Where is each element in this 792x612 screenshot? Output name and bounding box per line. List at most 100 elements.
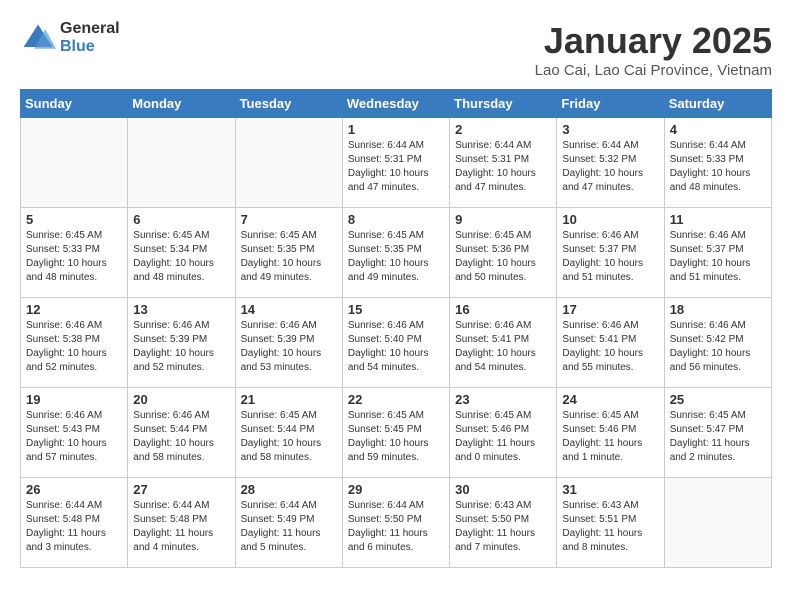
calendar-subtitle: Lao Cai, Lao Cai Province, Vietnam: [535, 62, 772, 79]
day-number: 10: [562, 212, 658, 227]
calendar-title: January 2025: [535, 20, 772, 62]
calendar-cell: 31 Sunrise: 6:43 AM Sunset: 5:51 PM Dayli…: [557, 478, 664, 568]
calendar-cell: 6 Sunrise: 6:45 AM Sunset: 5:34 PM Daylig…: [128, 208, 235, 298]
calendar-cell: 3Sunrise: 6:44 AM Sunset: 5:32 PM Daylig…: [557, 118, 664, 208]
calendar-cell: 2 Sunrise: 6:44 AM Sunset: 5:31 PM Daylig…: [450, 118, 557, 208]
page-header: General Blue January 2025 Lao Cai, Lao C…: [20, 20, 772, 79]
calendar-cell: 10 Sunrise: 6:46 AM Sunset: 5:37 PM Dayli…: [557, 208, 664, 298]
calendar-table: Sunday Monday Tuesday Wednesday Thursday…: [20, 89, 772, 568]
day-number: 17: [562, 302, 658, 317]
title-block: January 2025 Lao Cai, Lao Cai Province, …: [535, 20, 772, 79]
calendar-cell: 4Sunrise: 6:44 AM Sunset: 5:33 PM Daylig…: [664, 118, 771, 208]
day-number: 13: [133, 302, 229, 317]
calendar-week-5: 26 Sunrise: 6:44 AM Sunset: 5:48 PM Dayli…: [21, 478, 772, 568]
day-info: Sunrise: 6:45 AM Sunset: 5:46 PM Dayligh…: [455, 409, 551, 465]
calendar-cell: 28 Sunrise: 6:44 AM Sunset: 5:49 PM Dayli…: [235, 478, 342, 568]
day-number: 28: [241, 482, 337, 497]
calendar-cell: 25Sunrise: 6:45 AM Sunset: 5:47 PM Dayli…: [664, 388, 771, 478]
calendar-cell: 16Sunrise: 6:46 AM Sunset: 5:41 PM Dayli…: [450, 298, 557, 388]
day-info: Sunrise: 6:44 AM Sunset: 5:48 PM Dayligh…: [26, 499, 122, 555]
calendar-week-2: 5 Sunrise: 6:45 AM Sunset: 5:33 PM Daylig…: [21, 208, 772, 298]
day-info: Sunrise: 6:46 AM Sunset: 5:39 PM Dayligh…: [133, 319, 229, 375]
day-number: 26: [26, 482, 122, 497]
col-friday: Friday: [557, 90, 664, 118]
day-info: Sunrise: 6:45 AM Sunset: 5:34 PM Dayligh…: [133, 229, 229, 285]
day-number: 4: [670, 122, 766, 137]
calendar-cell: 18 Sunrise: 6:46 AM Sunset: 5:42 PM Dayli…: [664, 298, 771, 388]
calendar-cell: 27 Sunrise: 6:44 AM Sunset: 5:48 PM Dayli…: [128, 478, 235, 568]
day-info: Sunrise: 6:46 AM Sunset: 5:41 PM Dayligh…: [562, 319, 658, 375]
col-sunday: Sunday: [21, 90, 128, 118]
day-info: Sunrise: 6:44 AM Sunset: 5:50 PM Dayligh…: [348, 499, 444, 555]
day-number: 31: [562, 482, 658, 497]
day-number: 2: [455, 122, 551, 137]
day-number: 24: [562, 392, 658, 407]
calendar-cell: 30Sunrise: 6:43 AM Sunset: 5:50 PM Dayli…: [450, 478, 557, 568]
calendar-cell: 13 Sunrise: 6:46 AM Sunset: 5:39 PM Dayli…: [128, 298, 235, 388]
calendar-cell: 23 Sunrise: 6:45 AM Sunset: 5:46 PM Dayli…: [450, 388, 557, 478]
calendar-cell: 5 Sunrise: 6:45 AM Sunset: 5:33 PM Daylig…: [21, 208, 128, 298]
col-wednesday: Wednesday: [342, 90, 449, 118]
day-number: 16: [455, 302, 551, 317]
day-info: Sunrise: 6:45 AM Sunset: 5:33 PM Dayligh…: [26, 229, 122, 285]
day-number: 3: [562, 122, 658, 137]
calendar-cell: 11 Sunrise: 6:46 AM Sunset: 5:37 PM Dayli…: [664, 208, 771, 298]
day-number: 6: [133, 212, 229, 227]
logo-general: General: [60, 20, 120, 38]
day-info: Sunrise: 6:43 AM Sunset: 5:51 PM Dayligh…: [562, 499, 658, 555]
day-info: Sunrise: 6:45 AM Sunset: 5:35 PM Dayligh…: [241, 229, 337, 285]
calendar-week-4: 19 Sunrise: 6:46 AM Sunset: 5:43 PM Dayli…: [21, 388, 772, 478]
day-number: 14: [241, 302, 337, 317]
calendar-cell: 8 Sunrise: 6:45 AM Sunset: 5:35 PM Daylig…: [342, 208, 449, 298]
calendar-cell: 26 Sunrise: 6:44 AM Sunset: 5:48 PM Dayli…: [21, 478, 128, 568]
calendar-cell: [235, 118, 342, 208]
calendar-cell: 7 Sunrise: 6:45 AM Sunset: 5:35 PM Daylig…: [235, 208, 342, 298]
day-info: Sunrise: 6:46 AM Sunset: 5:42 PM Dayligh…: [670, 319, 766, 375]
day-info: Sunrise: 6:44 AM Sunset: 5:31 PM Dayligh…: [455, 139, 551, 195]
day-number: 11: [670, 212, 766, 227]
calendar-cell: 20Sunrise: 6:46 AM Sunset: 5:44 PM Dayli…: [128, 388, 235, 478]
day-number: 27: [133, 482, 229, 497]
calendar-cell: [21, 118, 128, 208]
calendar-cell: [128, 118, 235, 208]
col-tuesday: Tuesday: [235, 90, 342, 118]
day-number: 19: [26, 392, 122, 407]
day-number: 29: [348, 482, 444, 497]
logo-blue: Blue: [60, 38, 120, 56]
day-info: Sunrise: 6:44 AM Sunset: 5:31 PM Dayligh…: [348, 139, 444, 195]
calendar-cell: 24 Sunrise: 6:45 AM Sunset: 5:46 PM Dayli…: [557, 388, 664, 478]
day-number: 18: [670, 302, 766, 317]
logo-icon: [20, 20, 56, 56]
day-info: Sunrise: 6:45 AM Sunset: 5:46 PM Dayligh…: [562, 409, 658, 465]
day-info: Sunrise: 6:46 AM Sunset: 5:43 PM Dayligh…: [26, 409, 122, 465]
calendar-body: 1Sunrise: 6:44 AM Sunset: 5:31 PM Daylig…: [21, 118, 772, 568]
calendar-cell: 14Sunrise: 6:46 AM Sunset: 5:39 PM Dayli…: [235, 298, 342, 388]
day-info: Sunrise: 6:44 AM Sunset: 5:48 PM Dayligh…: [133, 499, 229, 555]
day-info: Sunrise: 6:46 AM Sunset: 5:37 PM Dayligh…: [670, 229, 766, 285]
day-number: 22: [348, 392, 444, 407]
day-number: 8: [348, 212, 444, 227]
day-number: 5: [26, 212, 122, 227]
col-monday: Monday: [128, 90, 235, 118]
day-info: Sunrise: 6:45 AM Sunset: 5:47 PM Dayligh…: [670, 409, 766, 465]
calendar-header: Sunday Monday Tuesday Wednesday Thursday…: [21, 90, 772, 118]
day-number: 23: [455, 392, 551, 407]
calendar-cell: 1Sunrise: 6:44 AM Sunset: 5:31 PM Daylig…: [342, 118, 449, 208]
day-info: Sunrise: 6:46 AM Sunset: 5:40 PM Dayligh…: [348, 319, 444, 375]
calendar-cell: 17 Sunrise: 6:46 AM Sunset: 5:41 PM Dayli…: [557, 298, 664, 388]
col-saturday: Saturday: [664, 90, 771, 118]
day-number: 30: [455, 482, 551, 497]
day-info: Sunrise: 6:45 AM Sunset: 5:35 PM Dayligh…: [348, 229, 444, 285]
calendar-cell: 15 Sunrise: 6:46 AM Sunset: 5:40 PM Dayli…: [342, 298, 449, 388]
day-number: 7: [241, 212, 337, 227]
calendar-week-1: 1Sunrise: 6:44 AM Sunset: 5:31 PM Daylig…: [21, 118, 772, 208]
day-number: 15: [348, 302, 444, 317]
day-number: 12: [26, 302, 122, 317]
day-info: Sunrise: 6:44 AM Sunset: 5:49 PM Dayligh…: [241, 499, 337, 555]
calendar-cell: 19 Sunrise: 6:46 AM Sunset: 5:43 PM Dayli…: [21, 388, 128, 478]
day-info: Sunrise: 6:46 AM Sunset: 5:38 PM Dayligh…: [26, 319, 122, 375]
logo: General Blue: [20, 20, 120, 56]
day-info: Sunrise: 6:46 AM Sunset: 5:37 PM Dayligh…: [562, 229, 658, 285]
day-info: Sunrise: 6:45 AM Sunset: 5:36 PM Dayligh…: [455, 229, 551, 285]
calendar-cell: [664, 478, 771, 568]
